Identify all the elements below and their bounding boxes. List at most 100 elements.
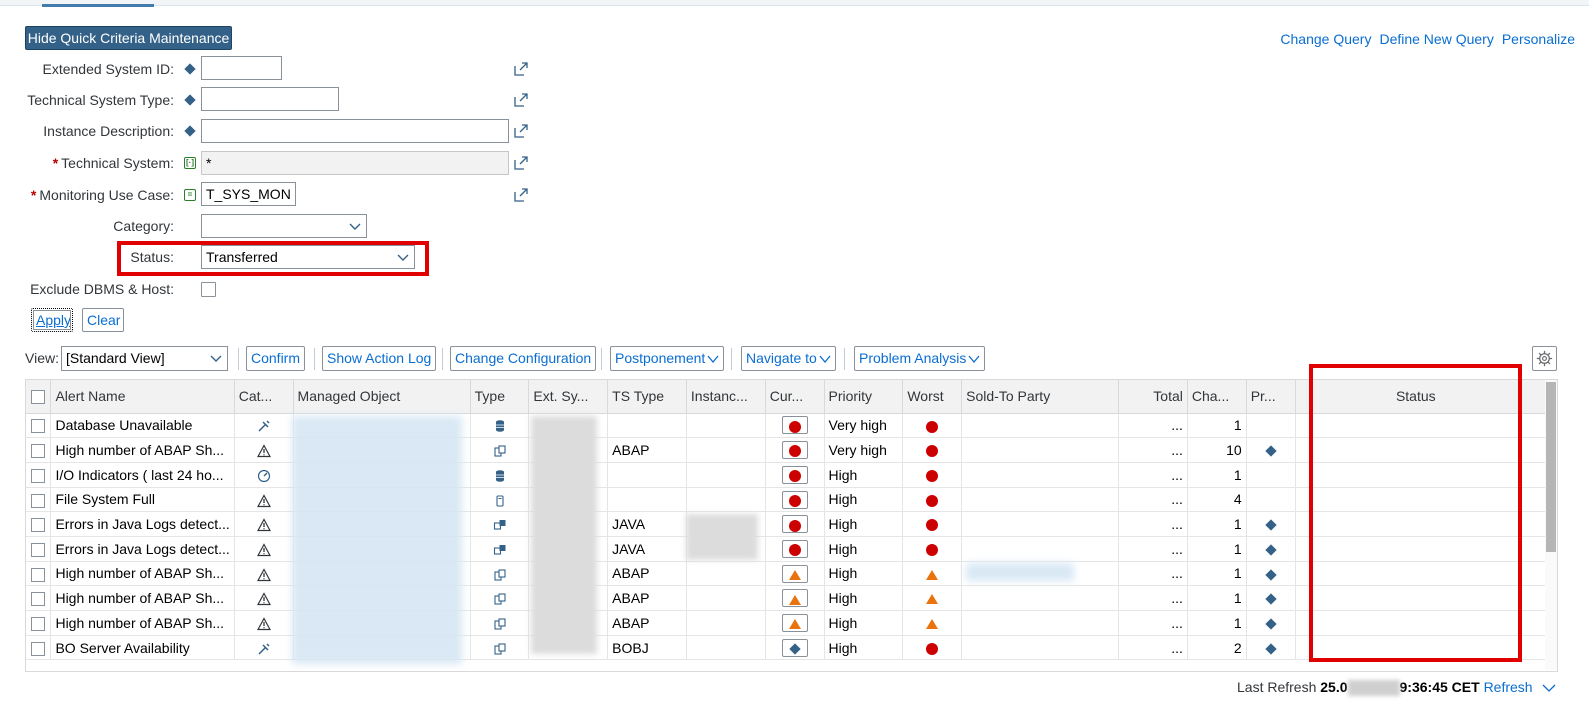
column-header-ts-type[interactable]: TS Type: [607, 380, 687, 414]
current-status-button[interactable]: [781, 589, 808, 608]
row-checkbox[interactable]: [31, 493, 46, 508]
current-status-button[interactable]: [781, 539, 808, 558]
category-dropdown[interactable]: [201, 214, 367, 238]
chevron-down-icon[interactable]: [1542, 683, 1556, 693]
total-cell[interactable]: ...: [1118, 462, 1188, 488]
current-status-cell[interactable]: [765, 610, 825, 636]
row-select-cell[interactable]: [26, 437, 52, 463]
row-select-cell[interactable]: [26, 511, 52, 537]
current-status-cell[interactable]: [765, 511, 825, 537]
row-select-cell[interactable]: [26, 462, 52, 488]
technical-system-input[interactable]: *: [201, 151, 509, 175]
column-header-worst[interactable]: Worst: [902, 380, 963, 414]
exclude-dbms-checkbox[interactable]: [201, 282, 216, 297]
row-checkbox[interactable]: [31, 616, 46, 631]
alert-name-cell[interactable]: Database Unavailable: [50, 413, 235, 439]
current-status-button[interactable]: [781, 613, 808, 632]
row-checkbox[interactable]: [31, 419, 46, 434]
alert-name-cell[interactable]: I/O Indicators ( last 24 ho...: [50, 462, 235, 488]
change-query-link[interactable]: Change Query: [1280, 31, 1371, 47]
row-select-cell[interactable]: [26, 610, 52, 636]
total-cell[interactable]: ...: [1118, 511, 1188, 537]
instance-description-input[interactable]: [201, 119, 509, 143]
alert-name-cell[interactable]: File System Full: [50, 487, 235, 513]
column-header-total[interactable]: Total: [1118, 380, 1188, 414]
postponement-button[interactable]: Postponement: [610, 346, 725, 371]
current-status-button[interactable]: [781, 416, 808, 435]
multiple-selection-icon[interactable]: [513, 123, 529, 139]
alert-name-cell[interactable]: High number of ABAP Sh...: [50, 585, 235, 611]
current-status-button[interactable]: [781, 490, 808, 509]
current-status-button[interactable]: [781, 564, 808, 583]
total-cell[interactable]: ...: [1118, 610, 1188, 636]
alert-name-cell[interactable]: Errors in Java Logs detect...: [50, 536, 235, 562]
current-status-button[interactable]: [781, 515, 808, 534]
row-checkbox[interactable]: [31, 444, 46, 459]
select-all-checkbox[interactable]: [31, 390, 46, 405]
current-status-cell[interactable]: [765, 462, 825, 488]
clear-button[interactable]: Clear: [82, 308, 124, 332]
total-cell[interactable]: ...: [1118, 437, 1188, 463]
total-cell[interactable]: ...: [1118, 635, 1188, 661]
multiple-selection-icon[interactable]: [513, 187, 529, 203]
hide-quick-criteria-button[interactable]: Hide Quick Criteria Maintenance: [25, 26, 232, 50]
alert-name-cell[interactable]: High number of ABAP Sh...: [50, 437, 235, 463]
column-header-changes[interactable]: Cha...: [1187, 380, 1247, 414]
current-status-cell[interactable]: [765, 536, 825, 562]
table-scrollbar[interactable]: [1545, 380, 1557, 670]
alert-name-cell[interactable]: BO Server Availability: [50, 635, 235, 661]
total-cell[interactable]: ...: [1118, 487, 1188, 513]
alert-name-cell[interactable]: High number of ABAP Sh...: [50, 561, 235, 587]
current-status-cell[interactable]: [765, 585, 825, 611]
current-status-button[interactable]: [781, 465, 808, 484]
current-status-cell[interactable]: [765, 437, 825, 463]
refresh-link[interactable]: Refresh: [1484, 679, 1533, 695]
total-cell[interactable]: ...: [1118, 536, 1188, 562]
column-header-pr[interactable]: Pr...: [1246, 380, 1297, 414]
settings-button[interactable]: [1532, 346, 1557, 371]
column-header-managed-object[interactable]: Managed Object: [293, 380, 471, 414]
row-select-cell[interactable]: [26, 635, 52, 661]
show-action-log-button[interactable]: Show Action Log: [322, 346, 437, 371]
row-select-cell[interactable]: [26, 413, 52, 439]
column-header-alert-name[interactable]: Alert Name: [50, 380, 235, 414]
row-checkbox[interactable]: [31, 542, 46, 557]
navigate-to-button[interactable]: Navigate to: [741, 346, 836, 371]
select-all-cell[interactable]: [26, 380, 52, 414]
current-status-button[interactable]: [781, 638, 808, 657]
column-header-priority[interactable]: Priority: [824, 380, 904, 414]
change-configuration-button[interactable]: Change Configuration: [450, 346, 597, 371]
view-dropdown[interactable]: [Standard View]: [61, 346, 228, 371]
scrollbar-thumb[interactable]: [1546, 382, 1556, 552]
problem-analysis-button[interactable]: Problem Analysis: [854, 346, 986, 371]
row-select-cell[interactable]: [26, 585, 52, 611]
row-checkbox[interactable]: [31, 518, 46, 533]
total-cell[interactable]: ...: [1118, 561, 1188, 587]
alert-name-cell[interactable]: High number of ABAP Sh...: [50, 610, 235, 636]
apply-button[interactable]: Apply: [31, 308, 73, 332]
define-new-query-link[interactable]: Define New Query: [1379, 31, 1493, 47]
total-cell[interactable]: ...: [1118, 413, 1188, 439]
current-status-cell[interactable]: [765, 561, 825, 587]
column-header-type[interactable]: Type: [470, 380, 530, 414]
row-select-cell[interactable]: [26, 487, 52, 513]
multiple-selection-icon[interactable]: [513, 61, 529, 77]
column-header-category[interactable]: Cat...: [234, 380, 294, 414]
row-checkbox[interactable]: [31, 592, 46, 607]
column-header-ext-system[interactable]: Ext. Sy...: [528, 380, 609, 414]
total-cell[interactable]: ...: [1118, 585, 1188, 611]
column-header-sold-to-party[interactable]: Sold-To Party: [961, 380, 1120, 414]
row-checkbox[interactable]: [31, 468, 46, 483]
current-status-button[interactable]: [781, 441, 808, 460]
row-checkbox[interactable]: [31, 567, 46, 582]
current-status-cell[interactable]: [765, 635, 825, 661]
confirm-button[interactable]: Confirm: [246, 346, 306, 371]
monitoring-use-case-input[interactable]: T_SYS_MON: [201, 182, 296, 206]
row-checkbox[interactable]: [31, 641, 46, 656]
row-select-cell[interactable]: [26, 536, 52, 562]
current-status-cell[interactable]: [765, 413, 825, 439]
alert-name-cell[interactable]: Errors in Java Logs detect...: [50, 511, 235, 537]
multiple-selection-icon[interactable]: [513, 92, 529, 108]
multiple-selection-icon[interactable]: [513, 155, 529, 171]
column-header-current[interactable]: Cur...: [765, 380, 825, 414]
